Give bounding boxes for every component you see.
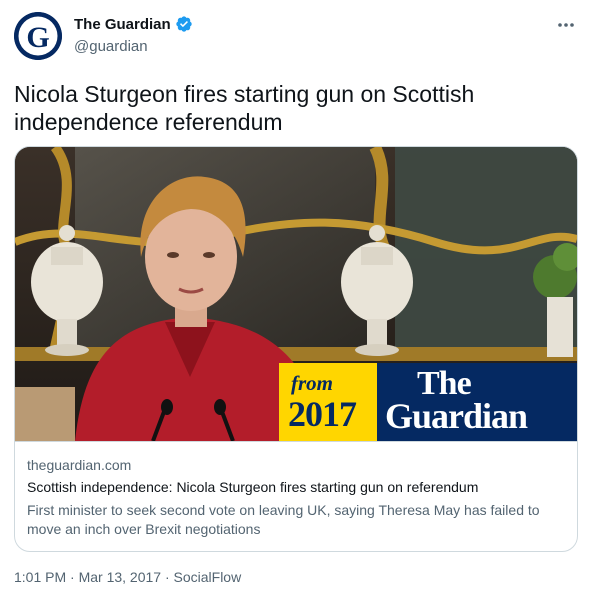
tweet: G The Guardian @guardian Nicola Sturgeon… bbox=[0, 0, 593, 596]
more-options-icon[interactable] bbox=[553, 14, 579, 36]
banner-logo-line2: Guardian bbox=[385, 396, 528, 436]
handle[interactable]: @guardian bbox=[74, 38, 148, 55]
guardian-logo-icon: G bbox=[14, 12, 62, 60]
verified-badge-icon bbox=[175, 15, 193, 33]
avatar[interactable]: G bbox=[14, 12, 62, 60]
from-year-banner: from 2017 bbox=[279, 363, 377, 441]
card-divider bbox=[15, 441, 577, 442]
banner-year: 2017 bbox=[288, 394, 357, 434]
card-domain: theguardian.com bbox=[27, 457, 132, 473]
link-card[interactable]: from 2017 The Guardian theguardian.com S… bbox=[14, 146, 578, 552]
tweet-meta[interactable]: 1:01 PM · Mar 13, 2017 · SocialFlow bbox=[14, 569, 241, 585]
guardian-wordmark-banner: The Guardian bbox=[377, 363, 577, 441]
card-image[interactable]: from 2017 The Guardian bbox=[15, 147, 577, 441]
name-row: The Guardian bbox=[74, 15, 193, 33]
tweet-text: Nicola Sturgeon fires starting gun on Sc… bbox=[14, 81, 475, 135]
avatar-letter: G bbox=[26, 21, 49, 54]
card-title[interactable]: Scottish independence: Nicola Sturgeon f… bbox=[27, 479, 478, 495]
card-description: First minister to seek second vote on le… bbox=[27, 502, 540, 537]
display-name[interactable]: The Guardian bbox=[74, 16, 171, 33]
